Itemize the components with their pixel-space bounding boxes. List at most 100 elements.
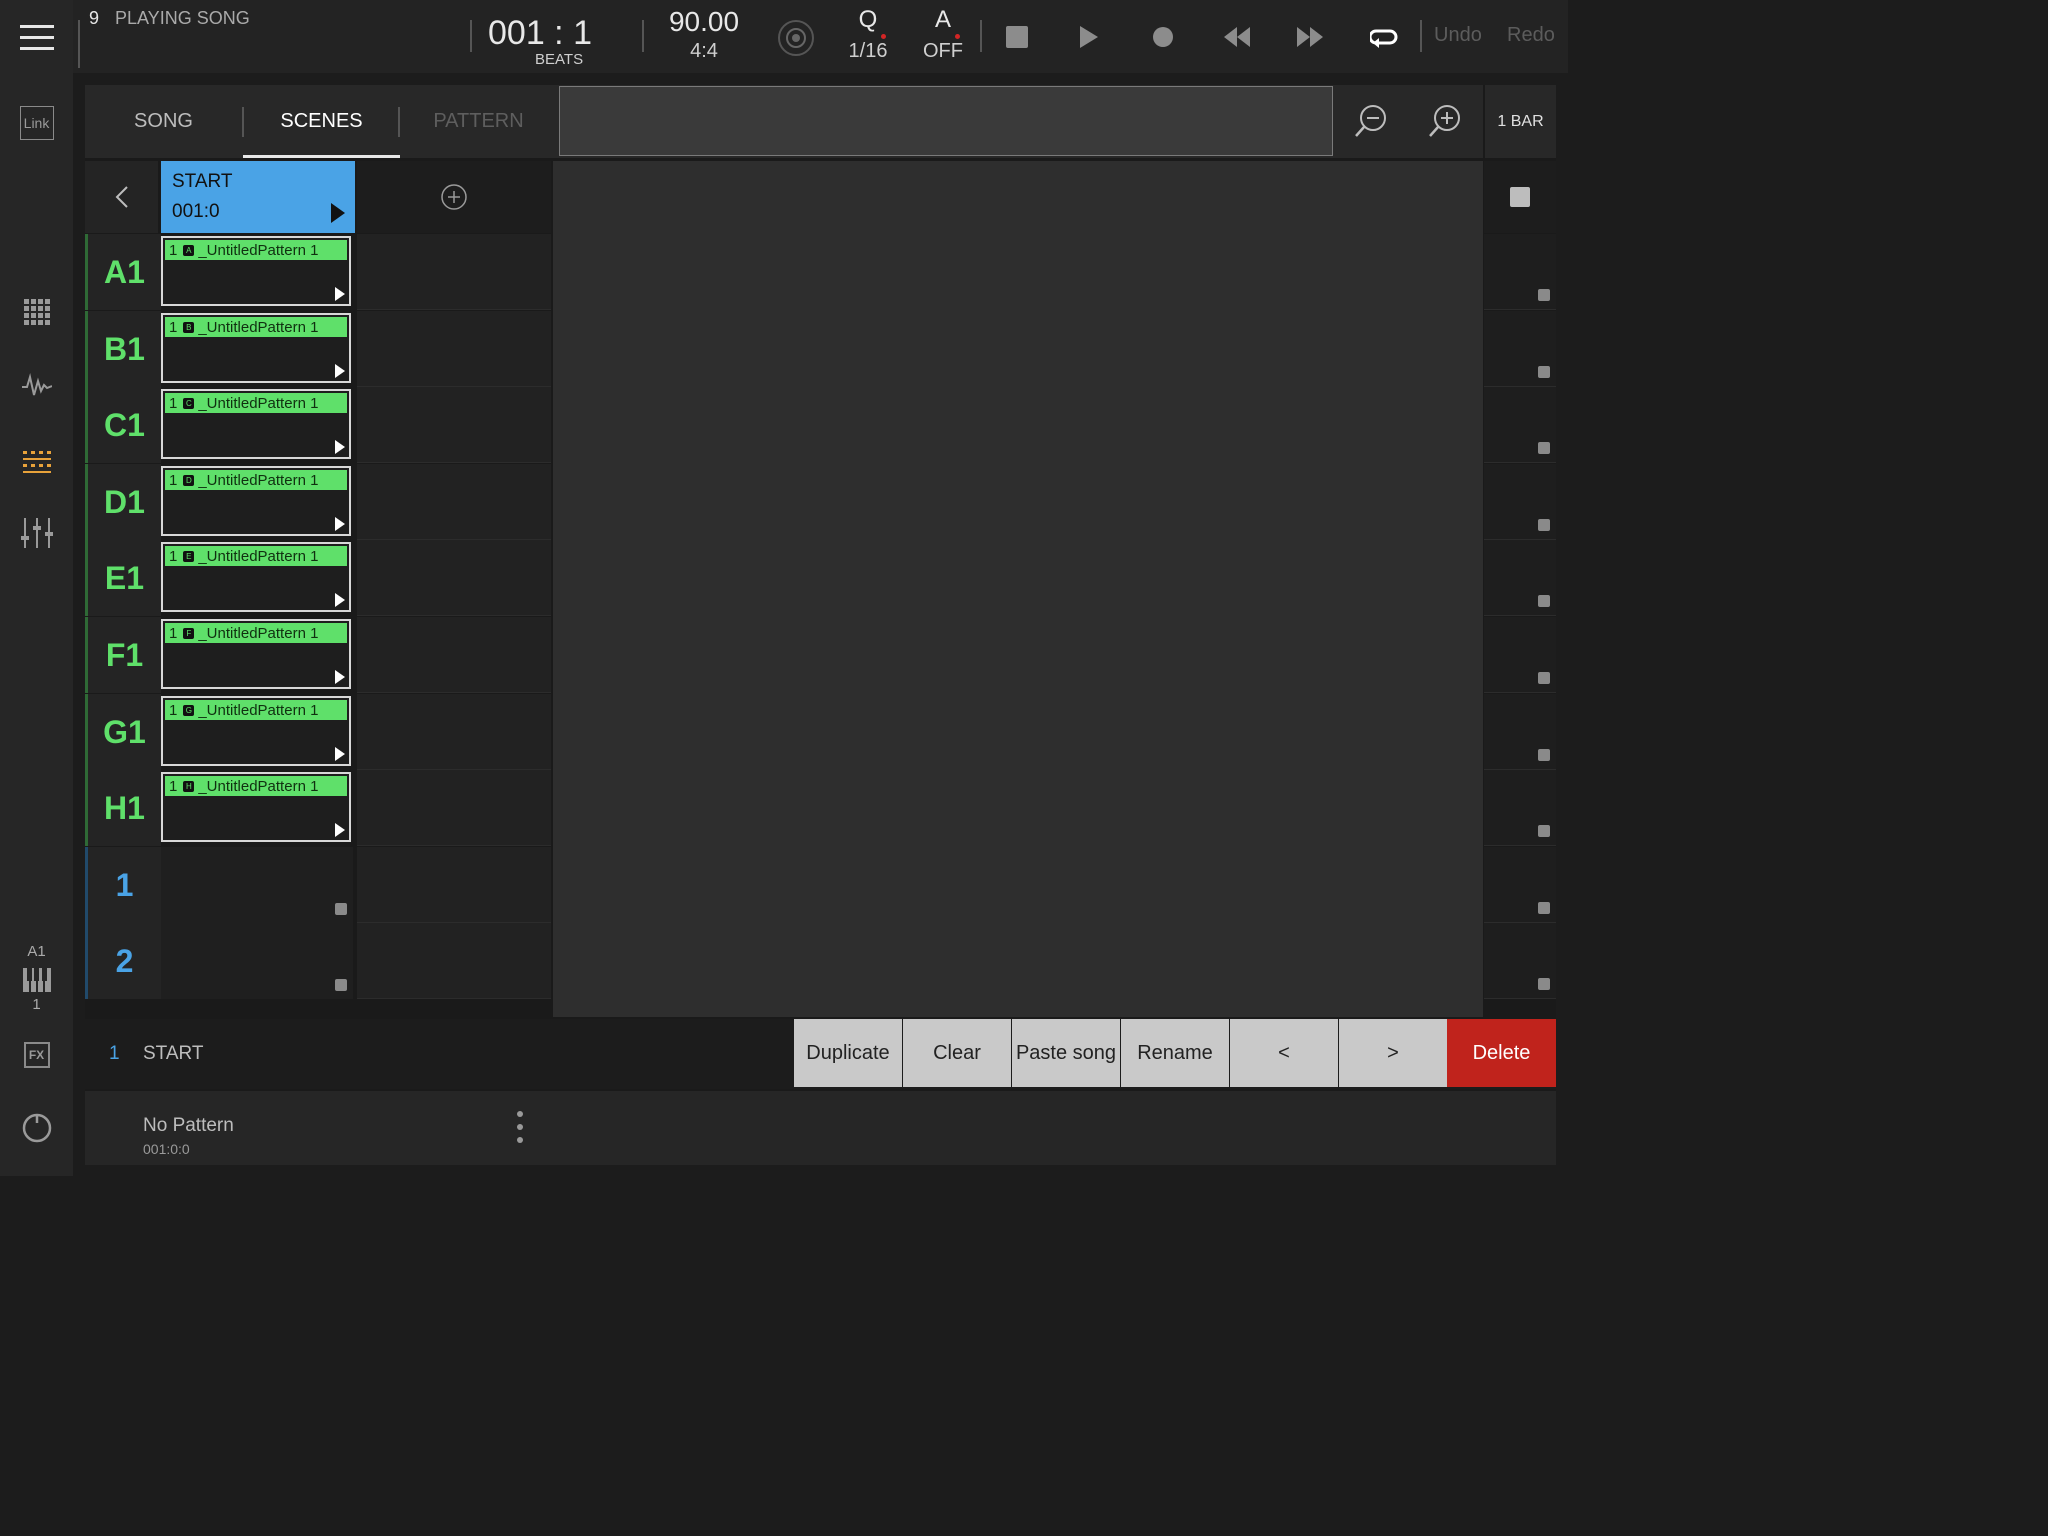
play-icon[interactable] (1071, 18, 1109, 56)
empty-clip-slot[interactable] (357, 770, 551, 846)
empty-clip-slot[interactable] (161, 847, 353, 923)
clip-play-icon[interactable] (335, 670, 345, 684)
track-stop-button[interactable] (1484, 387, 1556, 463)
previous-scene-button[interactable]: < (1230, 1019, 1338, 1087)
track-label[interactable]: D1 (85, 464, 161, 540)
track-label[interactable]: 2 (85, 923, 161, 999)
undo-button[interactable]: Undo (1434, 24, 1482, 47)
track-stop-button[interactable] (1484, 617, 1556, 693)
track-label[interactable]: B1 (85, 311, 161, 387)
tab-song[interactable]: SONG (85, 85, 242, 157)
clip-play-icon[interactable] (335, 747, 345, 761)
keyboard-icon[interactable] (0, 964, 73, 996)
duplicate-button[interactable]: Duplicate (794, 1019, 902, 1087)
track-label[interactable]: A1 (85, 234, 161, 310)
pattern-clip[interactable]: 1 E _UntitledPattern 1 (161, 542, 351, 612)
empty-clip-slot[interactable] (357, 311, 551, 387)
menu-icon[interactable] (0, 18, 73, 58)
fast-forward-icon[interactable] (1290, 18, 1330, 56)
zoom-out-icon[interactable] (1351, 101, 1391, 141)
track-label[interactable]: F1 (85, 617, 161, 693)
scenes-icon[interactable] (0, 446, 73, 478)
stop-icon[interactable] (998, 18, 1036, 56)
empty-clip-slot[interactable] (357, 464, 551, 540)
pattern-clip[interactable]: 1 G _UntitledPattern 1 (161, 696, 351, 766)
transport-bar: 9 PLAYING SONG 001 : 1 BEATS 90.00 4:4 Q… (73, 0, 1568, 73)
pattern-clip-header: 1 F _UntitledPattern 1 (165, 623, 347, 643)
track-stop-button[interactable] (1484, 234, 1556, 310)
clip-play-icon[interactable] (335, 517, 345, 531)
timeline-overview[interactable] (559, 86, 1333, 156)
track-label[interactable]: 1 (85, 847, 161, 923)
quantize-button[interactable]: Q 1/16 (843, 6, 893, 68)
track-stop-button[interactable] (1484, 770, 1556, 846)
stop-icon (1538, 289, 1550, 301)
empty-clip-slot[interactable] (357, 617, 551, 693)
pattern-clip[interactable]: 1 A _UntitledPattern 1 (161, 236, 351, 306)
track-label[interactable]: E1 (85, 540, 161, 616)
rename-button[interactable]: Rename (1121, 1019, 1229, 1087)
pattern-clip-header: 1 D _UntitledPattern 1 (165, 470, 347, 490)
track-label[interactable]: C1 (85, 387, 161, 463)
add-scene-button[interactable] (357, 161, 551, 233)
metronome-icon[interactable] (776, 18, 816, 58)
empty-clip-slot[interactable] (357, 540, 551, 616)
pads-grid-icon[interactable] (0, 296, 73, 328)
clip-play-icon[interactable] (335, 823, 345, 837)
scroll-left-button[interactable] (85, 161, 158, 233)
tempo-display[interactable]: 90.00 4:4 (658, 6, 750, 68)
pattern-clip[interactable]: 1 B _UntitledPattern 1 (161, 313, 351, 383)
tempo-value: 90.00 (668, 6, 740, 37)
empty-clip-slot[interactable] (357, 847, 551, 923)
track-stop-button[interactable] (1484, 847, 1556, 923)
clip-play-icon[interactable] (335, 440, 345, 454)
clip-play-icon[interactable] (335, 287, 345, 301)
pattern-clip[interactable]: 1 C _UntitledPattern 1 (161, 389, 351, 459)
track-stop-button[interactable] (1484, 311, 1556, 387)
fx-button[interactable]: FX (0, 1038, 73, 1072)
position-display[interactable]: 001 : 1 BEATS (478, 4, 638, 70)
tab-pattern[interactable]: PATTERN (400, 85, 557, 157)
track-badge-icon: D (183, 474, 195, 486)
clip-number: 1 (169, 394, 178, 412)
next-scene-button[interactable]: > (1339, 1019, 1447, 1087)
pattern-clip[interactable]: 1 D _UntitledPattern 1 (161, 466, 351, 536)
clip-number: 1 (169, 777, 178, 795)
mixer-icon[interactable] (0, 516, 73, 550)
clear-button[interactable]: Clear (903, 1019, 1011, 1087)
stop-all-button[interactable] (1484, 161, 1556, 233)
delete-button[interactable]: Delete (1447, 1019, 1556, 1087)
scene-header-start[interactable]: START 001:0 (161, 161, 355, 233)
track-label[interactable]: G1 (85, 694, 161, 770)
loop-icon[interactable] (1364, 18, 1404, 56)
selected-scene-index: 1 (109, 1043, 120, 1064)
paste-song-button[interactable]: Paste song (1012, 1019, 1120, 1087)
pattern-clip[interactable]: 1 F _UntitledPattern 1 (161, 619, 351, 689)
clip-play-icon[interactable] (335, 364, 345, 378)
stop-icon (1538, 672, 1550, 684)
waveform-icon[interactable] (0, 370, 73, 402)
track-label[interactable]: H1 (85, 770, 161, 846)
track-stop-button[interactable] (1484, 694, 1556, 770)
empty-clip-slot[interactable] (357, 387, 551, 463)
clip-play-icon[interactable] (335, 593, 345, 607)
redo-button[interactable]: Redo (1507, 24, 1555, 47)
pattern-clip[interactable]: 1 H _UntitledPattern 1 (161, 772, 351, 842)
link-button[interactable]: Link (0, 104, 73, 142)
track-stop-button[interactable] (1484, 923, 1556, 999)
zoom-level[interactable]: 1 BAR (1485, 85, 1556, 158)
zoom-in-icon[interactable] (1425, 101, 1465, 141)
track-stop-button[interactable] (1484, 464, 1556, 540)
empty-clip-slot[interactable] (357, 234, 551, 310)
settings-dial-icon[interactable] (0, 1110, 73, 1146)
scene-play-icon[interactable] (331, 203, 345, 223)
tab-scenes[interactable]: SCENES (243, 85, 400, 157)
record-icon[interactable] (1144, 18, 1182, 56)
rewind-icon[interactable] (1217, 18, 1257, 56)
automation-button[interactable]: A OFF (918, 6, 968, 68)
empty-clip-slot[interactable] (161, 923, 353, 999)
empty-clip-slot[interactable] (357, 694, 551, 770)
track-stop-button[interactable] (1484, 540, 1556, 616)
more-options-icon[interactable] (513, 1109, 527, 1145)
empty-clip-slot[interactable] (357, 923, 551, 999)
